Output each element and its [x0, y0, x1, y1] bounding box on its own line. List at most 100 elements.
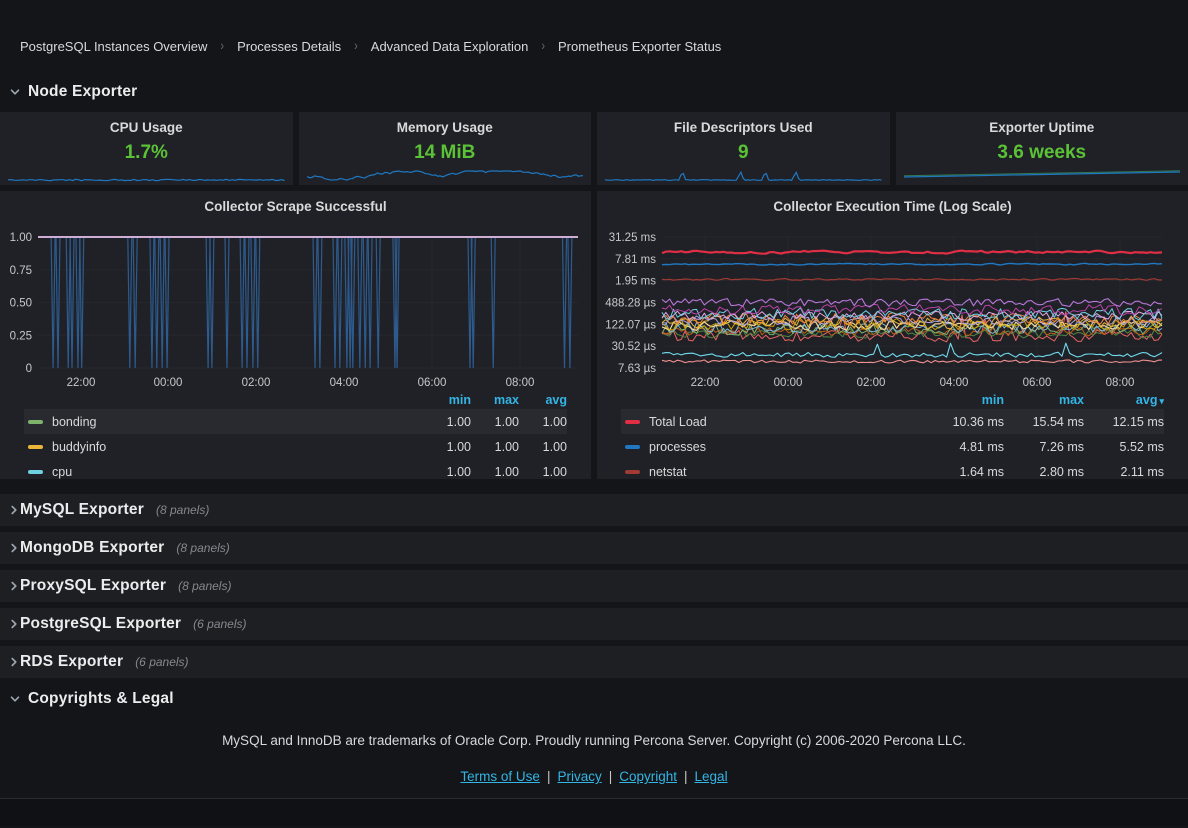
legend-series-label[interactable]: cpu [52, 465, 72, 479]
footer-link[interactable]: Privacy [557, 769, 601, 784]
svg-text:7.63 µs: 7.63 µs [618, 363, 656, 375]
legend-row: Total Load10.36 ms15.54 ms12.15 ms [621, 409, 1164, 434]
legend-value-avg: 5.52 ms [1084, 440, 1164, 454]
footer-link-separator: | [609, 769, 613, 784]
stat-panel-title[interactable]: CPU Usage [0, 112, 293, 135]
section-header-rds-exporter[interactable]: RDS Exporter(6 panels) [0, 646, 1188, 678]
breadcrumb-separator: › [354, 39, 358, 54]
legend-value-max: 15.54 ms [1004, 415, 1084, 429]
svg-text:30.52 µs: 30.52 µs [612, 341, 657, 353]
legend-value-max: 1.00 [471, 440, 519, 454]
footer-link[interactable]: Legal [695, 769, 728, 784]
section-panels-count: (8 panels) [176, 541, 229, 555]
legend-value-max: 1.00 [471, 465, 519, 479]
collapsed-sections: MySQL Exporter(8 panels)MongoDB Exporter… [0, 494, 1188, 678]
legend-column-min[interactable]: min [924, 393, 1004, 407]
series-color-swatch [625, 445, 640, 449]
section-title: PostgreSQL Exporter [20, 615, 181, 633]
section-header-postgresql-exporter[interactable]: PostgreSQL Exporter (6 panels) [0, 608, 1188, 640]
svg-text:06:00: 06:00 [1023, 377, 1052, 389]
panel-title[interactable]: Collector Execution Time (Log Scale) [597, 191, 1188, 219]
svg-text:0.50: 0.50 [10, 298, 32, 310]
legend-column-avg[interactable]: avg [519, 393, 567, 407]
chevron-right-icon [8, 542, 20, 554]
stat-panel: CPU Usage1.7% [0, 112, 293, 185]
stat-panel-title[interactable]: Memory Usage [299, 112, 592, 135]
svg-text:02:00: 02:00 [242, 377, 271, 389]
legend-row: cpu1.001.001.00 [24, 459, 567, 479]
svg-text:1.95 ms: 1.95 ms [615, 276, 656, 288]
legend-column-avg[interactable]: avg▾ [1084, 393, 1164, 407]
scrape-chart-plot[interactable]: 1.000.750.500.25022:0000:0002:0004:0006:… [0, 219, 591, 391]
stats-row: CPU Usage1.7%Memory Usage14 MiBFile Desc… [0, 112, 1188, 185]
legend-column-max[interactable]: max [471, 393, 519, 407]
legend-row: buddyinfo1.001.001.00 [24, 434, 567, 459]
stat-panel-title[interactable]: File Descriptors Used [597, 112, 890, 135]
legend-value-min: 1.00 [423, 465, 471, 479]
legend-value-avg: 2.11 ms [1084, 465, 1164, 479]
svg-text:04:00: 04:00 [330, 377, 359, 389]
svg-text:1.00: 1.00 [10, 232, 32, 244]
series-color-swatch [28, 445, 43, 449]
footer-links: Terms of Use|Privacy|Copyright|Legal [0, 769, 1188, 784]
legend-value-avg: 1.00 [519, 415, 567, 429]
legend-header: minmaxavg [24, 391, 567, 409]
panel-title[interactable]: Collector Scrape Successful [0, 191, 591, 219]
breadcrumb-item[interactable]: Prometheus Exporter Status [558, 39, 721, 54]
series-color-swatch [625, 470, 640, 474]
section-header-mongodb-exporter[interactable]: MongoDB Exporter(8 panels) [0, 532, 1188, 564]
svg-text:488.28 µs: 488.28 µs [605, 298, 656, 310]
section-title: MySQL Exporter [20, 501, 144, 519]
legend-series-label[interactable]: processes [649, 440, 706, 454]
legend-series-label[interactable]: buddyinfo [52, 440, 106, 454]
stat-value: 3.6 weeks [896, 142, 1188, 164]
footer-link[interactable]: Terms of Use [460, 769, 540, 784]
legend-value-min: 1.00 [423, 440, 471, 454]
legend-value-max: 7.26 ms [1004, 440, 1084, 454]
section-title: RDS Exporter [20, 653, 123, 671]
chevron-down-icon [8, 692, 22, 706]
svg-text:0.75: 0.75 [10, 265, 32, 277]
section-panels-count: (8 panels) [178, 579, 231, 593]
charts-row: Collector Scrape Successful 1.00 0.75 0.50… [0, 191, 1188, 479]
legend-series-label[interactable]: netstat [649, 465, 687, 479]
trademark-text: MySQL and InnoDB are trademarks of Oracl… [0, 733, 1188, 748]
legend-row: netstat1.64 ms2.80 ms2.11 ms [621, 459, 1164, 479]
section-title: ProxySQL Exporter [20, 577, 166, 595]
breadcrumb: PostgreSQL Instances Overview › Processes … [0, 0, 1188, 56]
legend-column-max[interactable]: max [1004, 393, 1084, 407]
stat-panel: File Descriptors Used 9 [597, 112, 890, 185]
series-color-swatch [28, 420, 43, 424]
section-header-copyrights-legal[interactable]: Copyrights & Legal [0, 687, 1188, 711]
legend-value-avg: 12.15 ms [1084, 415, 1164, 429]
series-color-swatch [625, 420, 640, 424]
stat-value: 9 [597, 142, 890, 164]
chevron-right-icon [8, 504, 20, 516]
breadcrumb-separator: › [541, 39, 545, 54]
svg-text:22:00: 22:00 [67, 377, 96, 389]
breadcrumb-item[interactable]: Processes Details [237, 39, 341, 54]
footer-link-separator: | [684, 769, 688, 784]
legend-column-min[interactable]: min [423, 393, 471, 407]
legend-value-min: 1.64 ms [924, 465, 1004, 479]
stat-panel-title[interactable]: Exporter Uptime [896, 112, 1188, 135]
svg-text:0: 0 [26, 363, 32, 375]
breadcrumb-item[interactable]: Advanced Data Exploration [371, 39, 529, 54]
breadcrumb-item[interactable]: PostgreSQL Instances Overview [20, 39, 207, 54]
svg-text:04:00: 04:00 [940, 377, 969, 389]
section-title: Node Exporter [28, 83, 137, 101]
section-header-node-exporter[interactable]: Node Exporter [0, 81, 1188, 103]
section-panels-count: (6 panels) [193, 617, 246, 631]
legend-value-min: 1.00 [423, 415, 471, 429]
execution-chart-plot[interactable]: 31.25 ms7.81 ms1.95 ms488.28 µs122.07 µs… [597, 219, 1188, 391]
stat-panel: Exporter Uptime 3.6 weeks [896, 112, 1188, 185]
legend-series-label[interactable]: Total Load [649, 415, 707, 429]
svg-text:06:00: 06:00 [418, 377, 447, 389]
svg-text:02:00: 02:00 [857, 377, 886, 389]
section-header-proxysql-exporter[interactable]: ProxySQL Exporter (8 panels) [0, 570, 1188, 602]
legend-series-label[interactable]: bonding [52, 415, 97, 429]
footer-link[interactable]: Copyright [619, 769, 677, 784]
section-header-mysql-exporter[interactable]: MySQL Exporter(8 panels) [0, 494, 1188, 526]
legend-value-max: 1.00 [471, 415, 519, 429]
svg-text:7.81 ms: 7.81 ms [615, 254, 656, 266]
